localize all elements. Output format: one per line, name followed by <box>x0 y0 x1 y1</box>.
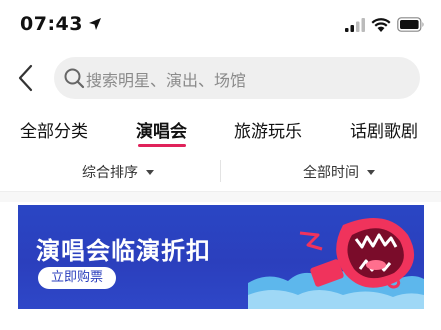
sort-order-dropdown[interactable]: 综合排序 <box>82 162 154 182</box>
promo-banner[interactable]: 演唱会临演折扣 立即购票 <box>18 205 424 309</box>
caret-down-icon <box>146 169 154 175</box>
tab-all-categories[interactable]: 全部分类 <box>20 117 88 142</box>
status-bar: 07:43 <box>0 0 441 48</box>
buy-now-button[interactable]: 立即购票 <box>38 267 116 289</box>
banner-title: 演唱会临演折扣 <box>36 237 211 265</box>
time-filter-dropdown[interactable]: 全部时间 <box>303 162 375 182</box>
search-icon <box>64 68 85 89</box>
search-placeholder: 搜索明星、演出、场馆 <box>86 71 247 90</box>
sort-divider <box>220 160 221 182</box>
wifi-icon <box>371 18 391 32</box>
singing-mouth-illustration <box>248 217 424 309</box>
caret-down-icon <box>367 169 375 175</box>
back-chevron-icon[interactable] <box>14 63 40 93</box>
search-input[interactable]: 搜索明星、演出、场馆 <box>54 57 420 99</box>
status-time: 07:43 <box>20 13 83 35</box>
active-tab-indicator <box>138 144 186 147</box>
battery-icon <box>397 17 424 32</box>
location-arrow-icon <box>88 18 101 30</box>
sort-order-label: 综合排序 <box>82 165 138 181</box>
time-filter-label: 全部时间 <box>303 165 359 181</box>
status-time-group: 07:43 <box>20 13 102 35</box>
section-gap <box>0 192 441 202</box>
cellular-signal-icon <box>345 18 365 32</box>
tab-drama-opera[interactable]: 话剧歌剧 <box>350 117 418 142</box>
tab-travel[interactable]: 旅游玩乐 <box>234 117 302 142</box>
tab-concert[interactable]: 演唱会 <box>136 117 187 142</box>
